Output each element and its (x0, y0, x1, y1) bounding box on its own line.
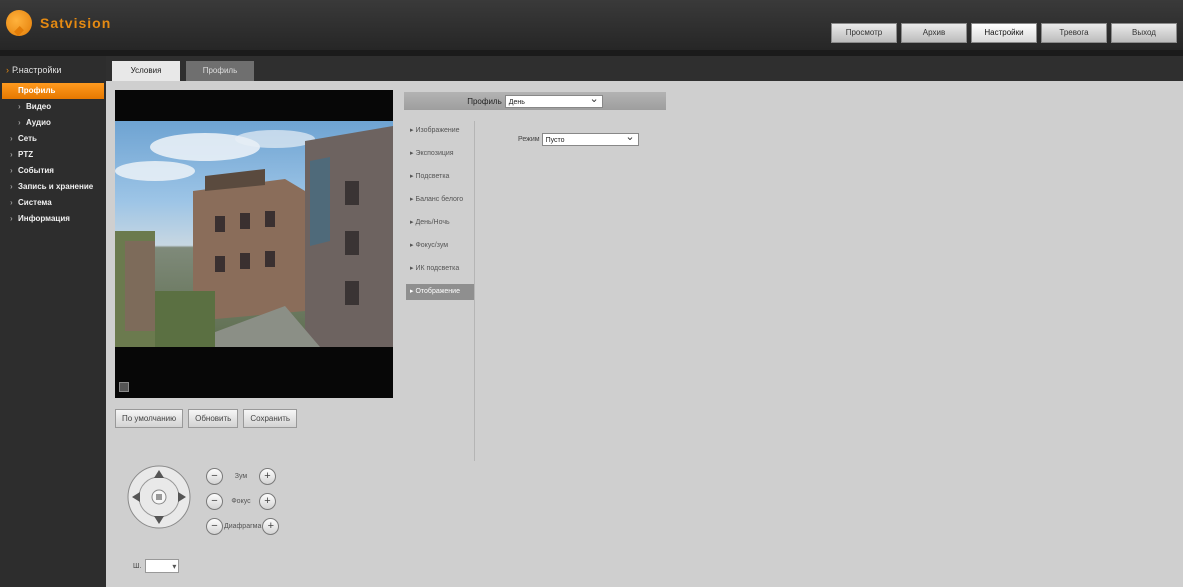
sidebar-item-label: Аудио (26, 118, 51, 127)
profile-select-bar: Профиль День (404, 92, 666, 110)
tab-conditions[interactable]: Условия (112, 61, 180, 81)
sidebar: Р.настройки ›Профиль ›Видео ›Аудио ›Сеть… (0, 56, 106, 587)
bullet-icon: › (10, 150, 13, 159)
main-content: По умолчанию Обновить Сохранить − Зум + … (106, 81, 1183, 587)
bullet-icon: › (10, 214, 13, 223)
sidebar-item-label: PTZ (18, 150, 34, 159)
nav-live-button[interactable]: Просмотр (831, 23, 897, 43)
bullet-icon: › (18, 118, 21, 127)
bullet-icon: › (20, 86, 23, 95)
sidebar-item-audio[interactable]: › Аудио (0, 115, 106, 131)
ptz-speed: Ш. (133, 559, 180, 574)
default-button[interactable]: По умолчанию (115, 409, 184, 428)
focus-far-button[interactable]: + (259, 493, 276, 510)
menu-item-label: Экспозиция (415, 150, 454, 157)
ptz-direction-pad (127, 464, 191, 532)
sidebar-item-label: Профиль (18, 86, 56, 95)
tab-profile[interactable]: Профиль (186, 61, 254, 81)
ptz-joystick (127, 465, 191, 529)
sidebar-item-ptz[interactable]: › PTZ (0, 147, 106, 163)
camera-view-image (115, 121, 393, 347)
settings-menu: ▸ Изображение ▸ Экспозиция ▸ Подсветка ▸… (406, 123, 474, 307)
menu-item-image[interactable]: ▸ Изображение (406, 123, 474, 139)
menu-item-label: Изображение (415, 127, 460, 134)
sidebar-item-storage[interactable]: › Запись и хранение (0, 179, 106, 195)
top-bar: Satvision Просмотр Архив Настройки Трево… (0, 0, 1183, 50)
iris-open-button[interactable]: + (262, 518, 280, 535)
menu-item-backlight[interactable]: ▸ Подсветка (406, 169, 474, 185)
refresh-button[interactable]: Обновить (188, 409, 239, 428)
sidebar-item-information[interactable]: › Информация (0, 211, 106, 227)
brand-logo: Satvision (6, 10, 111, 36)
menu-item-display[interactable]: ▸ Отображение (406, 284, 474, 300)
menu-item-label: ИК подсветка (415, 265, 460, 272)
save-button[interactable]: Сохранить (243, 409, 298, 428)
sidebar-item-profile[interactable]: › Профиль (2, 83, 104, 99)
menu-item-white-balance[interactable]: ▸ Баланс белого (406, 192, 474, 208)
mode-label: Режим (518, 136, 540, 143)
zoom-out-button[interactable]: − (206, 468, 223, 485)
tab-bar: Условия Профиль (106, 56, 1183, 81)
nav-setup-button[interactable]: Настройки (971, 23, 1037, 43)
profile-select[interactable]: День (504, 93, 603, 108)
sidebar-item-label: Система (18, 198, 52, 207)
video-buttons: По умолчанию Обновить Сохранить (115, 409, 298, 428)
video-preview (115, 90, 393, 398)
bullet-icon: › (10, 134, 13, 143)
logo-text: Satvision (40, 15, 112, 31)
zoom-in-button[interactable]: + (259, 468, 276, 485)
sidebar-item-system[interactable]: › Система (0, 195, 106, 211)
nav-alarm-button[interactable]: Тревога (1041, 23, 1107, 43)
bullet-icon: › (10, 198, 13, 207)
sidebar-item-events[interactable]: › События (0, 163, 106, 179)
menu-item-day-night[interactable]: ▸ День/Ночь (406, 215, 474, 231)
profile-select-label: Профиль (467, 96, 502, 106)
sidebar-item-label: События (18, 166, 54, 175)
sidebar-item-network[interactable]: › Сеть (0, 131, 106, 147)
sidebar-item-label: Видео (26, 102, 52, 111)
ptz-center-icon[interactable] (156, 494, 162, 500)
menu-item-label: Отображение (415, 288, 460, 295)
bullet-icon: › (10, 166, 13, 175)
focus-label: Фокус (231, 498, 251, 505)
menu-divider (474, 121, 475, 461)
bullet-icon: › (18, 102, 21, 111)
speed-label: Ш. (133, 562, 142, 570)
sidebar-title: Р.настройки (0, 56, 106, 83)
focus-near-button[interactable]: − (206, 493, 223, 510)
menu-item-ir-light[interactable]: ▸ ИК подсветка (406, 261, 474, 277)
bullet-icon: › (10, 182, 13, 191)
menu-item-exposure[interactable]: ▸ Экспозиция (406, 146, 474, 162)
nav-logout-button[interactable]: Выход (1111, 23, 1177, 43)
sidebar-item-label: Информация (18, 214, 70, 223)
sidebar-item-label: Запись и хранение (18, 182, 94, 191)
sidebar-item-video[interactable]: › Видео (0, 99, 106, 115)
mode-select[interactable]: Пусто (541, 131, 639, 146)
menu-item-focus-zoom[interactable]: ▸ Фокус/зум (406, 238, 474, 254)
menu-item-label: День/Ночь (415, 219, 450, 226)
aperture-label: Диафрагма (224, 523, 262, 530)
mode-field: Режим Пусто (518, 131, 639, 146)
zoom-label: Зум (234, 473, 248, 480)
menu-item-label: Фокус/зум (415, 242, 449, 249)
logo-pin-icon (6, 10, 32, 36)
menu-item-label: Баланс белого (415, 196, 464, 203)
fullscreen-icon[interactable] (119, 382, 129, 392)
iris-close-button[interactable]: − (206, 518, 223, 535)
nav-playback-button[interactable]: Архив (901, 23, 967, 43)
top-nav: Просмотр Архив Настройки Тревога Выход (831, 23, 1177, 43)
camera-scene (115, 126, 393, 347)
speed-select[interactable] (145, 559, 180, 574)
menu-item-label: Подсветка (415, 173, 450, 180)
sidebar-item-label: Сеть (18, 134, 37, 143)
